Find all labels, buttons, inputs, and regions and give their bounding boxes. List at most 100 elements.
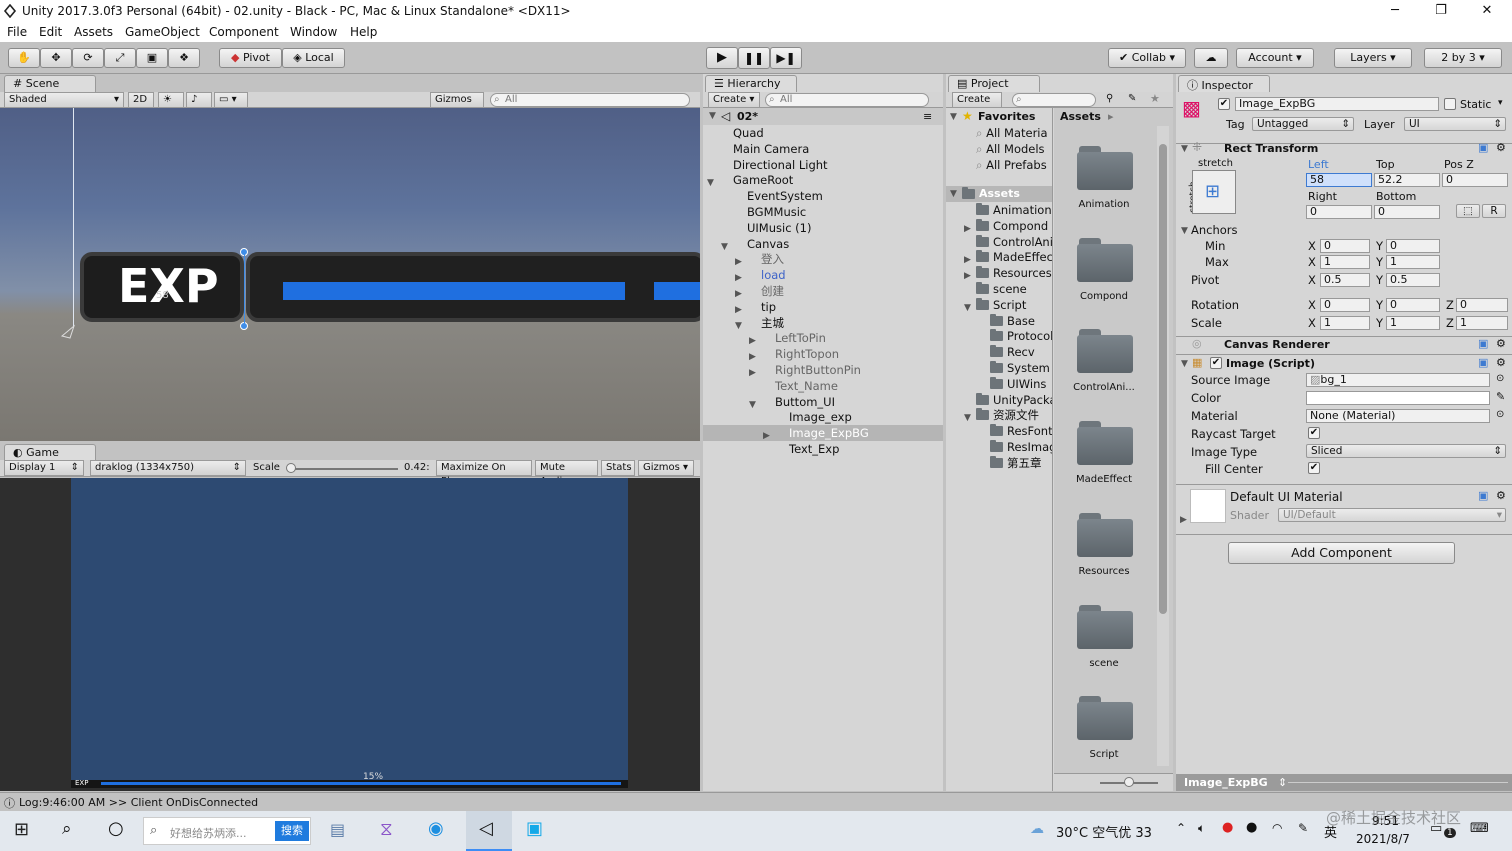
hierarchy-item[interactable]: ▶ RightTopon: [703, 346, 943, 362]
help-icon[interactable]: ▣: [1478, 356, 1488, 369]
material-field[interactable]: None (Material): [1306, 409, 1490, 423]
tab-project[interactable]: ▤ Project: [948, 75, 1040, 92]
resolution-dropdown[interactable]: draklog (1334x750) ⇕: [90, 460, 246, 476]
display-dropdown[interactable]: Display 1 ⇕: [4, 460, 84, 476]
hierarchy-item[interactable]: Image_exp: [703, 409, 943, 425]
asset-folder-label[interactable]: Animation: [1054, 199, 1154, 210]
add-component-button[interactable]: Add Component: [1228, 542, 1455, 564]
hierarchy-item[interactable]: ▶ LeftToPin: [703, 330, 943, 346]
project-folder-item[interactable]: ▼ Script: [946, 297, 1052, 313]
source-image-field[interactable]: ▨bg_1: [1306, 373, 1490, 387]
tab-scene[interactable]: # Scene: [4, 75, 96, 92]
taskbar-search-box[interactable]: ⌕ 好想给苏炳添... 搜索: [143, 817, 311, 845]
layer-dropdown[interactable]: UI ⇕: [1404, 117, 1506, 131]
hierarchy-item[interactable]: Text_Exp: [703, 441, 943, 457]
move-tool-icon[interactable]: ✥: [40, 48, 72, 68]
blueprint-mode-button[interactable]: ⬚: [1456, 204, 1480, 218]
visual-studio-icon[interactable]: ⧖: [380, 819, 393, 840]
help-icon[interactable]: ▣: [1478, 337, 1488, 350]
shading-dropdown[interactable]: Shaded ▾: [4, 92, 124, 108]
label-filter-icon[interactable]: ✎: [1128, 93, 1136, 104]
asset-folder-label[interactable]: Compond: [1054, 291, 1154, 302]
menu-component[interactable]: Component: [209, 25, 279, 39]
help-icon[interactable]: ▣: [1478, 141, 1488, 154]
anchor-presets-button[interactable]: ⊞: [1192, 170, 1236, 214]
folder-icon[interactable]: [1077, 603, 1133, 649]
hierarchy-item[interactable]: BGMMusic: [703, 204, 943, 220]
star-icon[interactable]: ★: [1150, 92, 1160, 105]
app-icon[interactable]: ▣: [526, 818, 543, 839]
raycast-target-checkbox[interactable]: ✔: [1308, 427, 1320, 439]
menu-gameobject[interactable]: GameObject: [125, 25, 200, 39]
close-button[interactable]: ✕: [1464, 0, 1510, 22]
collapse-arrow-icon[interactable]: ▶: [964, 268, 971, 281]
gizmos-dropdown[interactable]: Gizmos ▾: [430, 92, 484, 119]
top-field[interactable]: 52.2: [1374, 173, 1440, 187]
project-folder-item[interactable]: ▶ MadeEffect: [946, 249, 1052, 265]
maximize-on-play-toggle[interactable]: Maximize On Play: [436, 460, 532, 487]
project-folder-item[interactable]: UnityPacka: [946, 392, 1052, 408]
pivot-toggle[interactable]: ◆ Pivot: [219, 48, 282, 68]
assets-root[interactable]: ▼ Assets: [946, 186, 1052, 202]
menu-file[interactable]: File: [7, 25, 27, 39]
folder-icon[interactable]: [1077, 327, 1133, 374]
game-viewport[interactable]: EXP 15%: [0, 478, 700, 791]
preview-dropdown-icon[interactable]: ⇕: [1278, 776, 1287, 789]
hierarchy-item[interactable]: ▼ Buttom_UI: [703, 394, 943, 410]
edge-browser-icon[interactable]: ◉: [428, 818, 444, 839]
minimize-button[interactable]: ─: [1372, 0, 1418, 22]
anchor-max-y[interactable]: 1: [1386, 255, 1440, 269]
unity-taskbar-button[interactable]: ◁: [466, 811, 512, 851]
hierarchy-item[interactable]: ▶ RightButtonPin: [703, 362, 943, 378]
mute-audio-toggle[interactable]: Mute Audio: [535, 460, 598, 487]
tray-chevron-icon[interactable]: ⌃: [1176, 821, 1186, 835]
play-button[interactable]: ▶: [706, 47, 738, 69]
asset-folder-label[interactable]: Script: [1054, 749, 1154, 760]
object-picker-icon[interactable]: ⊙: [1496, 373, 1504, 384]
asset-folder-label[interactable]: Resources: [1054, 566, 1154, 577]
hierarchy-item[interactable]: Directional Light: [703, 157, 943, 173]
folder-icon[interactable]: [1077, 144, 1133, 190]
asset-folder-label[interactable]: ControlAni...: [1054, 382, 1154, 393]
menu-edit[interactable]: Edit: [39, 25, 62, 39]
game-gizmos-dropdown[interactable]: Gizmos ▾: [638, 460, 694, 476]
file-explorer-icon[interactable]: ▤: [330, 820, 345, 839]
scene-search-input[interactable]: ⌕ All: [490, 93, 690, 107]
pivot-x-field[interactable]: 0.5: [1320, 273, 1370, 287]
collapse-arrow-icon[interactable]: ▶: [964, 252, 971, 265]
maximize-button[interactable]: ❐: [1418, 0, 1464, 22]
color-swatch[interactable]: [1306, 391, 1490, 405]
scene-viewport[interactable]: EXP 58: [0, 108, 700, 441]
cortana-icon[interactable]: ○: [108, 818, 124, 839]
help-icon[interactable]: ▣: [1478, 489, 1488, 502]
menu-assets[interactable]: Assets: [74, 25, 113, 39]
object-name-field[interactable]: Image_ExpBG: [1235, 97, 1439, 111]
folder-icon[interactable]: [1077, 236, 1133, 282]
project-folder-item[interactable]: Recv: [946, 344, 1052, 360]
folder-icon[interactable]: [1077, 511, 1133, 557]
search-icon[interactable]: ⌕: [62, 819, 72, 839]
fav-item[interactable]: ⌕ All Models: [976, 141, 1045, 157]
gear-icon[interactable]: ⚙: [1496, 141, 1506, 154]
bottom-field[interactable]: 0: [1374, 205, 1440, 219]
left-field[interactable]: 58: [1306, 173, 1372, 187]
pivot-y-field[interactable]: 0.5: [1386, 273, 1440, 287]
scale-x-field[interactable]: 1: [1320, 316, 1370, 330]
fill-center-checkbox[interactable]: ✔: [1308, 462, 1320, 474]
tag-dropdown[interactable]: Untagged ⇕: [1252, 117, 1354, 131]
project-folder-item[interactable]: ControlAni: [946, 234, 1052, 250]
hierarchy-item[interactable]: ▶ tip: [703, 299, 943, 315]
anchor-max-x[interactable]: 1: [1320, 255, 1370, 269]
image-type-dropdown[interactable]: Sliced ⇕: [1306, 444, 1506, 458]
scene-header[interactable]: ▼ ◁ 02* ≡: [703, 108, 943, 125]
scale-y-field[interactable]: 1: [1386, 316, 1440, 330]
hierarchy-item[interactable]: EventSystem: [703, 188, 943, 204]
tab-inspector[interactable]: ⓘ Inspector: [1178, 75, 1270, 92]
hierarchy-item[interactable]: ▶ load: [703, 267, 943, 283]
status-bar[interactable]: ⓘ Log:9:46:00 AM >> Client OnDisConnecte…: [0, 792, 1512, 811]
project-folder-item[interactable]: scene: [946, 281, 1052, 297]
step-button[interactable]: ▶❚: [770, 47, 802, 69]
object-picker-icon[interactable]: ⊙: [1496, 409, 1504, 420]
project-create-dropdown[interactable]: Create ▾: [952, 92, 1002, 119]
keyboard-icon[interactable]: ⌨: [1470, 821, 1489, 836]
